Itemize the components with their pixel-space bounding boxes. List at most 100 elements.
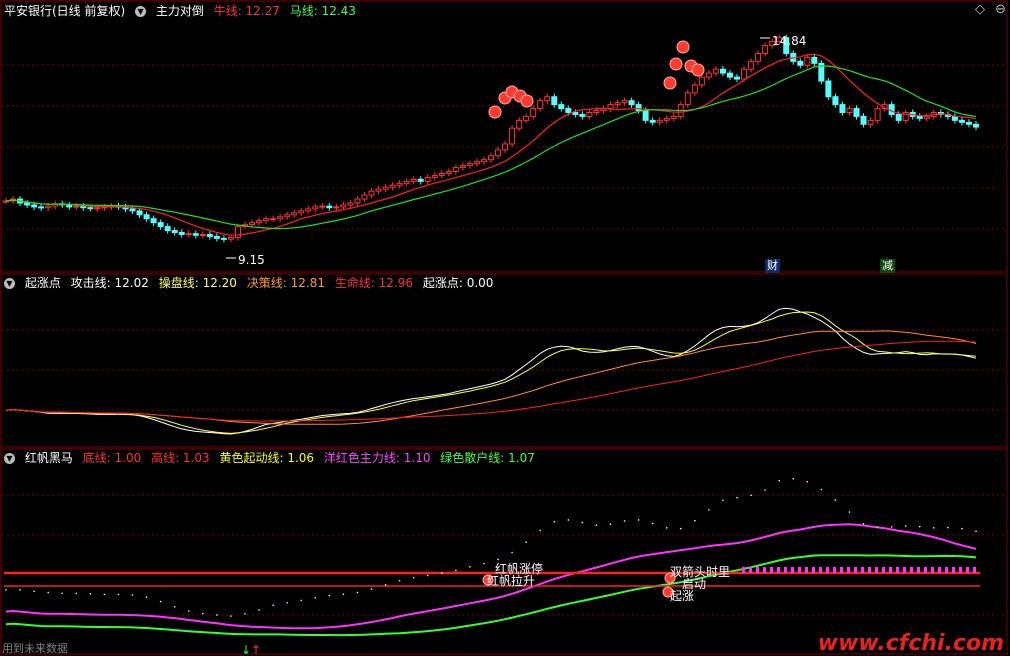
candle-body-74 [523, 115, 530, 121]
start-dot-18 [131, 594, 134, 596]
start-dot-138 [975, 530, 977, 533]
candle-body-58 [410, 178, 417, 182]
magenta-tick [791, 567, 794, 573]
candle-body-28 [199, 233, 206, 236]
badge-jian[interactable]: 减 [880, 259, 895, 273]
candle-body-35 [249, 222, 256, 226]
p2-item-3: 生命线: 12.96 [334, 276, 414, 290]
candle-body-79 [558, 104, 565, 110]
candle-body-36 [256, 220, 263, 224]
candle-body-124 [874, 108, 881, 121]
magenta-tick [973, 567, 976, 573]
magenta-tick [812, 567, 815, 573]
magenta-tick [917, 567, 920, 573]
candle-body-21 [150, 218, 157, 224]
start-dot-34 [244, 612, 246, 615]
life-line [5, 340, 977, 422]
panel2-header: ▼ 起涨点 攻击线: 12.02 操盘线: 12.20 决策线: 12.81 生… [4, 274, 499, 292]
candle-body-108 [762, 45, 769, 54]
candle-body-38 [270, 218, 277, 221]
start-dot-12 [89, 592, 92, 595]
start-dot-102 [722, 499, 724, 502]
candle-body-71 [502, 143, 509, 151]
start-dot-2 [19, 589, 21, 591]
start-dot-50 [356, 591, 359, 594]
start-dot-90 [637, 519, 640, 521]
start-dot-76 [539, 529, 542, 532]
start-dot-6 [47, 591, 49, 594]
start-dot-56 [398, 579, 401, 582]
start-dot-84 [595, 524, 598, 527]
candle-body-53 [375, 188, 382, 192]
start-dot-66 [469, 566, 471, 568]
badge-cai[interactable]: 财 [765, 259, 780, 273]
start-dot-114 [806, 480, 809, 483]
expand-icon[interactable]: ⊖ [995, 2, 1006, 17]
candle-body-54 [382, 186, 389, 190]
panel3-indicator[interactable]: 红帆黑马 [25, 451, 73, 465]
candle-body-91 [642, 110, 649, 121]
retail-line [5, 554, 977, 637]
start-dot-32 [230, 615, 232, 617]
p3-item-1: 高线: 1.03 [151, 451, 210, 465]
magenta-tick [833, 567, 836, 573]
magenta-tick [959, 567, 962, 573]
start-dot-38 [272, 604, 274, 606]
dropdown-icon-2[interactable]: ▼ [4, 278, 15, 289]
start-dot-98 [694, 519, 696, 522]
magenta-tick [882, 567, 885, 573]
candle-body-18 [129, 208, 136, 212]
candle-body-63 [445, 171, 452, 174]
candle-body-131 [923, 115, 930, 119]
candle-body-100 [705, 72, 712, 78]
candle-body-57 [403, 180, 410, 184]
candle-body-13 [94, 207, 101, 210]
start-dot-108 [764, 489, 766, 491]
candle-body-52 [368, 190, 375, 196]
start-dot-92 [651, 522, 654, 525]
candle-body-29 [206, 233, 213, 237]
start-dot-100 [708, 509, 710, 511]
candle-body-118 [832, 96, 839, 106]
p3-item-2: 黄色起动线: 1.06 [219, 451, 315, 465]
candle-body-59 [417, 178, 424, 182]
start-dot-22 [159, 600, 162, 603]
candle-body-37 [263, 218, 270, 222]
candle-body-70 [495, 149, 502, 157]
high-price-label: 14.84 [772, 34, 807, 48]
candle-body-51 [361, 194, 368, 200]
start-dot-124 [876, 526, 879, 528]
start-dot-110 [778, 479, 780, 482]
magenta-tick [903, 567, 906, 573]
candle-body-105 [741, 68, 748, 80]
stock-title[interactable]: 平安银行(日线 前复权) [4, 4, 125, 18]
candle-body-40 [284, 214, 291, 218]
candle-body-24 [171, 230, 178, 233]
candle-body-130 [916, 115, 923, 119]
magenta-tick [770, 567, 773, 573]
candle-body-27 [192, 233, 199, 236]
candle-body-30 [213, 235, 220, 239]
chart-canvas: ↓ ↑ [0, 0, 1008, 656]
start-dot-82 [581, 521, 584, 524]
candle-body-32 [227, 237, 234, 240]
candle-body-122 [860, 115, 867, 125]
panel1-header: 平安银行(日线 前复权) ▼ 主力对倒 牛线: 12.27 马线: 12.43 [4, 2, 362, 20]
magenta-tick [896, 567, 899, 573]
magenta-tick [742, 567, 745, 573]
up-arrow-green: ↓ [241, 643, 251, 656]
start-dot-94 [665, 527, 668, 529]
start-dot-72 [511, 551, 513, 554]
panel2-indicator[interactable]: 起涨点 [25, 276, 61, 290]
candle-body-115 [811, 56, 818, 64]
diamond-icon[interactable]: ◇ [975, 2, 985, 17]
candle-body-22 [157, 222, 164, 228]
dropdown-icon[interactable]: ▼ [135, 6, 147, 17]
candle-body-114 [804, 56, 811, 66]
p3-item-3: 洋红色主力线: 1.10 [323, 451, 431, 465]
dropdown-icon-3[interactable]: ▼ [4, 453, 15, 464]
panel1-indicator[interactable]: 主力对倒 [156, 4, 204, 18]
start-dot-10 [75, 592, 78, 595]
candle-body-138 [973, 123, 979, 128]
start-dot-40 [286, 601, 288, 604]
